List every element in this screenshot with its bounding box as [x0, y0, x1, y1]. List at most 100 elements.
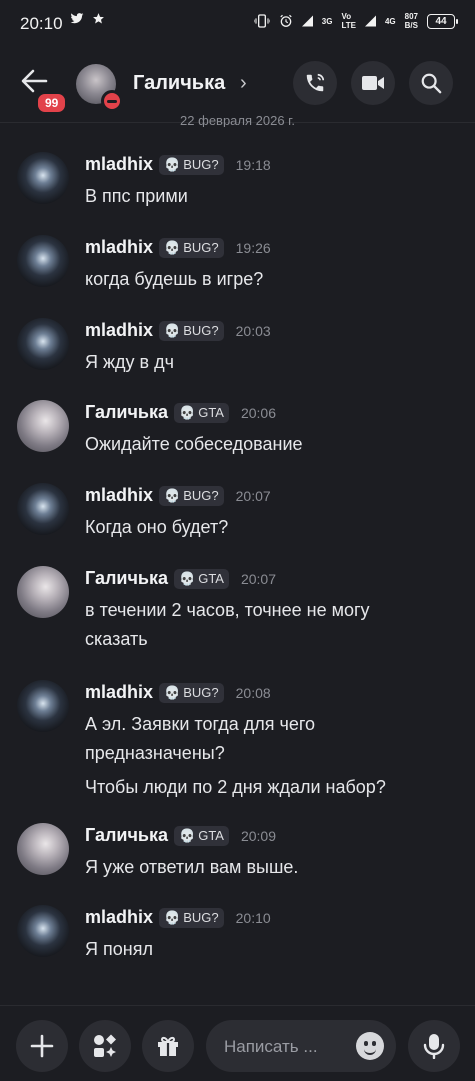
search-icon: [421, 73, 442, 94]
skull-icon: 💀: [164, 156, 181, 172]
gift-button[interactable]: [142, 1020, 194, 1072]
message-author[interactable]: mladhix: [85, 485, 153, 506]
message-timestamp: 19:26: [235, 239, 271, 256]
avatar[interactable]: [17, 905, 69, 957]
volte-label: Vo: [341, 12, 352, 21]
net-speed-unit: B/S: [404, 21, 418, 30]
voice-message-button[interactable]: [408, 1020, 460, 1072]
call-button[interactable]: [293, 61, 337, 105]
search-button[interactable]: [409, 61, 453, 105]
add-attachment-button[interactable]: [16, 1020, 68, 1072]
message-timestamp: 20:07: [235, 487, 271, 504]
message-author[interactable]: mladhix: [85, 682, 153, 703]
message-text: А эл. Заявки тогда для чего: [85, 714, 316, 734]
message-header: mladhix 💀 BUG? 20:08: [85, 682, 271, 703]
message-author[interactable]: Галичька: [85, 402, 168, 423]
message-header: Галичька 💀 GTA 20:06: [85, 402, 276, 423]
message-header: mladhix 💀 BUG? 19:26: [85, 237, 271, 258]
message-author[interactable]: mladhix: [85, 237, 153, 258]
twitter-icon: [70, 12, 84, 23]
message-author[interactable]: Галичька: [85, 568, 168, 589]
avatar[interactable]: [17, 680, 69, 732]
server-tag-label: GTA: [198, 828, 224, 843]
vibrate-icon: [253, 14, 270, 28]
skull-icon: 💀: [164, 684, 181, 700]
message-timestamp: 20:09: [240, 827, 277, 844]
server-tag-label: BUG?: [183, 157, 219, 172]
server-tag[interactable]: 💀 BUG?: [159, 320, 224, 341]
message-text: В ппс прими: [85, 186, 188, 206]
message-text: сказать: [85, 629, 148, 649]
unread-badge: 99: [35, 91, 69, 115]
message-header: mladhix 💀 BUG? 20:03: [85, 320, 271, 341]
message-header: Галичька 💀 GTA 20:09: [85, 825, 276, 846]
message-text: когда будешь в игре?: [85, 269, 264, 289]
server-tag[interactable]: 💀 BUG?: [159, 485, 224, 506]
avatar[interactable]: [17, 318, 69, 370]
message-input[interactable]: [222, 1020, 351, 1074]
avatar[interactable]: [17, 483, 69, 535]
gift-icon: [158, 1036, 178, 1056]
avatar[interactable]: [17, 152, 69, 204]
message-text: Когда оно будет?: [85, 517, 229, 537]
server-tag[interactable]: 💀 GTA: [174, 402, 229, 423]
message-header: Галичька 💀 GTA 20:07: [85, 568, 276, 589]
skull-icon: 💀: [179, 827, 196, 843]
skull-icon: 💀: [164, 487, 181, 503]
message-text: Ожидайте собеседование: [85, 434, 303, 454]
server-tag[interactable]: 💀 GTA: [174, 568, 229, 589]
date-separator: 22 февраля 2026 г.: [180, 113, 295, 127]
net-speed-value: 807: [404, 12, 418, 21]
server-tag-label: BUG?: [183, 910, 219, 925]
message-text: Я уже ответил вам выше.: [85, 857, 299, 877]
dnd-status-icon: [101, 90, 123, 112]
video-call-button[interactable]: [351, 61, 395, 105]
message-author[interactable]: mladhix: [85, 907, 153, 928]
server-tag-label: BUG?: [183, 240, 219, 255]
message-timestamp: 20:03: [235, 322, 271, 339]
signal-icon-2: [364, 15, 376, 27]
composer-bar: [0, 1005, 475, 1081]
message-author[interactable]: mladhix: [85, 154, 153, 175]
status-time: 20:10: [20, 14, 63, 33]
avatar[interactable]: [17, 566, 69, 618]
network-4g-label: 4G: [384, 16, 396, 26]
message-header: mladhix 💀 BUG? 19:18: [85, 154, 271, 175]
message-timestamp: 20:06: [240, 404, 277, 421]
server-tag[interactable]: 💀 BUG?: [159, 237, 224, 258]
phone-icon: [306, 73, 325, 92]
microphone-icon: [423, 1034, 445, 1059]
server-tag[interactable]: 💀 BUG?: [159, 907, 224, 928]
message-timestamp: 19:18: [235, 156, 271, 173]
message-author[interactable]: mladhix: [85, 320, 153, 341]
apps-button[interactable]: [79, 1020, 131, 1072]
avatar[interactable]: [17, 400, 69, 452]
avatar[interactable]: [17, 823, 69, 875]
avatar[interactable]: [17, 235, 69, 287]
message-text: предназначены?: [85, 743, 225, 763]
server-tag-label: BUG?: [183, 685, 219, 700]
page-title[interactable]: Галичька: [133, 72, 225, 95]
alarm-icon: [280, 14, 292, 27]
message-input-wrapper: [206, 1020, 396, 1074]
chevron-right-icon[interactable]: ›: [240, 72, 247, 95]
message-author[interactable]: Галичька: [85, 825, 168, 846]
network-3g-label: 3G: [321, 16, 333, 26]
message-timestamp: 20:10: [235, 909, 271, 926]
message-text: Я понял: [85, 939, 153, 959]
star-icon: [93, 13, 104, 24]
server-tag[interactable]: 💀 BUG?: [159, 682, 224, 703]
server-tag[interactable]: 💀 BUG?: [159, 154, 224, 175]
skull-icon: 💀: [164, 909, 181, 925]
lte-label: LTE: [341, 21, 356, 30]
server-tag-label: BUG?: [183, 488, 219, 503]
skull-icon: 💀: [179, 404, 196, 420]
message-header: mladhix 💀 BUG? 20:07: [85, 485, 271, 506]
emoji-icon[interactable]: [356, 1032, 384, 1060]
chat-header: 99 Галичька ›: [0, 46, 475, 123]
message-text: Я жду в дч: [85, 352, 174, 372]
message-timestamp: 20:08: [235, 684, 271, 701]
battery-indicator: 44: [427, 13, 458, 29]
server-tag-label: GTA: [198, 405, 224, 420]
server-tag[interactable]: 💀 GTA: [174, 825, 229, 846]
